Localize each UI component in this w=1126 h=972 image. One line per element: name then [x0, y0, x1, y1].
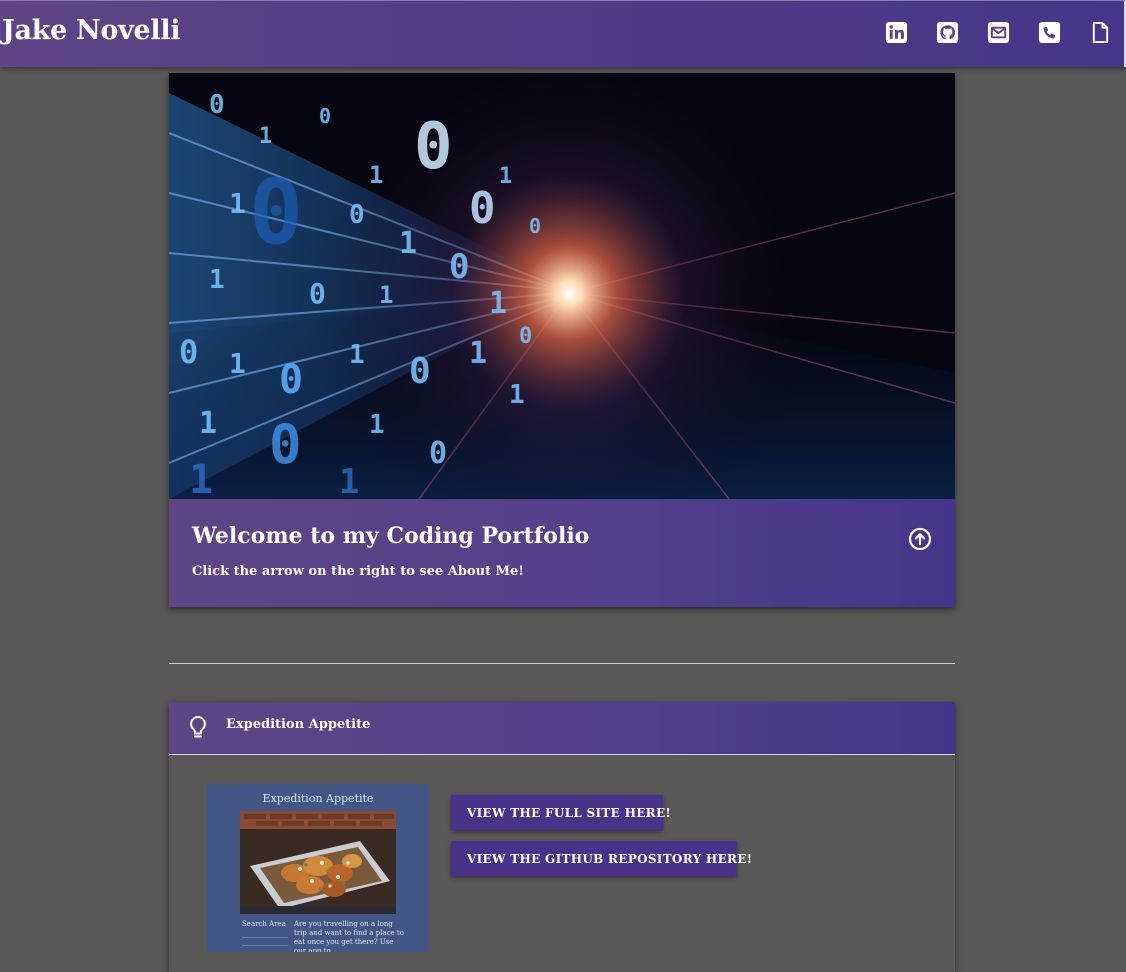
svg-text:1: 1: [259, 124, 272, 149]
svg-text:0: 0: [349, 200, 365, 230]
svg-text:0: 0: [309, 277, 326, 310]
linkedin-icon[interactable]: [885, 21, 908, 44]
svg-text:0: 0: [209, 90, 225, 120]
svg-text:0: 0: [414, 110, 453, 184]
contact-icons: [885, 21, 1112, 44]
svg-text:1: 1: [229, 187, 246, 220]
svg-text:0: 0: [469, 183, 496, 234]
food-photo: [240, 811, 396, 914]
svg-text:1: 1: [369, 410, 385, 440]
svg-text:1: 1: [229, 347, 246, 380]
screenshot-title: Expedition Appetite: [262, 792, 374, 805]
project-card: Expedition Appetite Expedition Appetite: [169, 702, 955, 972]
svg-text:0: 0: [269, 413, 302, 476]
svg-text:0: 0: [319, 104, 331, 128]
screenshot-body-text: Are you travelling on a long trip and wa…: [294, 920, 404, 952]
binary-code-light-tunnel-image: 0 0 0 0 1 0 1 1 0 1 1 0 0 1 0 1 1 0 1 0: [169, 73, 955, 499]
svg-text:0: 0: [279, 357, 303, 403]
project-header[interactable]: Expedition Appetite: [169, 702, 955, 755]
hero-title: Welcome to my Coding Portfolio: [192, 523, 590, 549]
svg-text:1: 1: [499, 164, 512, 189]
svg-text:0: 0: [179, 333, 198, 371]
svg-text:1: 1: [469, 336, 487, 371]
arrow-up-circle-icon[interactable]: [908, 527, 932, 551]
svg-text:0: 0: [429, 436, 447, 471]
svg-text:1: 1: [509, 380, 525, 410]
project-screenshot[interactable]: Expedition Appetite Search Area Are you …: [207, 784, 429, 952]
svg-text:0: 0: [449, 247, 469, 287]
hero-card: 0 0 0 0 1 0 1 1 0 1 1 0 0 1 0 1 1 0 1 0: [169, 73, 955, 607]
phone-icon[interactable]: [1038, 21, 1061, 44]
project-title: Expedition Appetite: [226, 717, 371, 732]
svg-text:1: 1: [189, 457, 213, 499]
top-app-bar: Jake Novelli: [0, 0, 1126, 67]
view-repo-button[interactable]: VIEW THE GITHUB REPOSITORY HERE!: [451, 841, 752, 876]
github-icon[interactable]: [936, 21, 959, 44]
svg-text:1: 1: [209, 265, 225, 295]
svg-text:1: 1: [399, 226, 417, 261]
svg-text:1: 1: [369, 161, 383, 189]
view-site-button[interactable]: VIEW THE FULL SITE HERE!: [451, 795, 671, 830]
svg-text:0: 0: [249, 160, 303, 265]
hero-image: 0 0 0 0 1 0 1 1 0 1 1 0 0 1 0 1 1 0 1 0: [169, 73, 955, 499]
resume-document-icon[interactable]: [1089, 21, 1112, 44]
hero-caption: Welcome to my Coding Portfolio Click the…: [169, 499, 955, 607]
svg-text:1: 1: [339, 462, 359, 499]
svg-text:1: 1: [489, 286, 507, 321]
email-icon[interactable]: [987, 21, 1010, 44]
screenshot-search-label: Search Area: [242, 920, 286, 928]
svg-text:0: 0: [529, 214, 541, 238]
lightbulb-icon: [187, 715, 209, 740]
screenshot-search-fields: [242, 930, 288, 952]
section-divider: [169, 663, 955, 664]
site-title[interactable]: Jake Novelli: [2, 15, 181, 46]
svg-text:0: 0: [409, 351, 431, 392]
svg-text:1: 1: [199, 406, 217, 441]
hero-subtitle: Click the arrow on the right to see Abou…: [192, 564, 524, 579]
svg-text:0: 0: [519, 324, 532, 349]
svg-text:1: 1: [379, 281, 393, 309]
svg-text:1: 1: [349, 340, 365, 370]
